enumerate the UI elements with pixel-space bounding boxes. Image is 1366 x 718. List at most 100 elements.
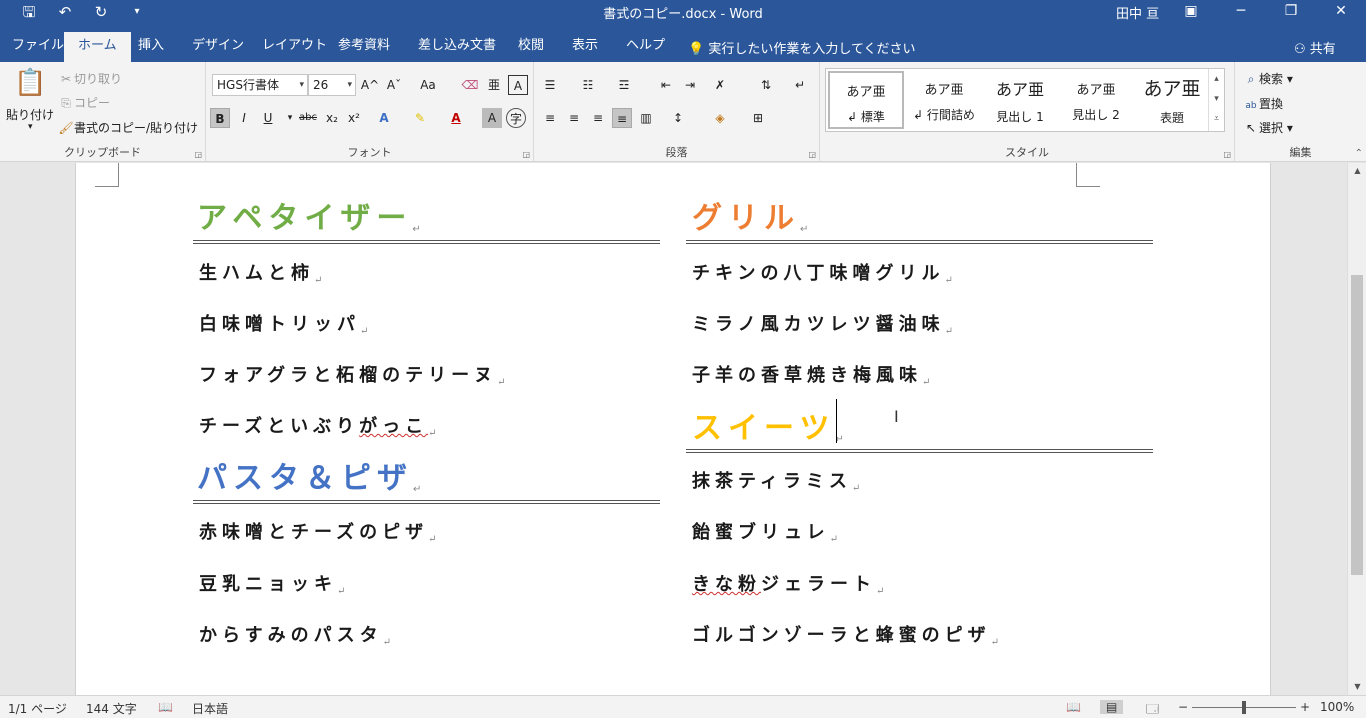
clear-formatting-icon[interactable]: ⌫ <box>460 75 480 95</box>
minimize-icon[interactable]: ─ <box>1216 0 1266 24</box>
ribbon-display-icon[interactable]: ▣ <box>1166 0 1216 24</box>
zoom-out-icon[interactable]: − <box>1178 700 1188 714</box>
tab-mailings[interactable]: 差し込み文書 <box>412 34 502 62</box>
character-shading-icon[interactable]: A <box>482 108 502 128</box>
restore-icon[interactable]: ❐ <box>1266 0 1316 24</box>
style-no-spacing[interactable]: あア亜 ↲ 行間詰め <box>906 71 982 129</box>
sort-icon[interactable]: ⇅ <box>756 75 776 95</box>
font-launcher-icon[interactable]: ◲ <box>522 150 530 159</box>
subscript-button[interactable]: x₂ <box>322 108 342 128</box>
styles-launcher-icon[interactable]: ◲ <box>1223 150 1231 159</box>
menu-item[interactable]: 子羊の香草焼き梅風味↵ <box>692 361 930 388</box>
asian-layout-icon[interactable]: ✗ <box>710 75 730 95</box>
tab-layout[interactable]: レイアウト <box>256 34 333 62</box>
multilevel-list-icon[interactable]: ☲ <box>614 75 634 95</box>
print-layout-icon[interactable]: ▤ <box>1100 700 1124 714</box>
superscript-button[interactable]: x² <box>344 108 364 128</box>
menu-item[interactable]: フォアグラと柘榴のテリーヌ↵ <box>199 361 506 388</box>
proofing-icon[interactable]: 📖 <box>158 700 173 714</box>
menu-item[interactable]: チーズといぶりがっこ↵ <box>199 412 437 439</box>
menu-item[interactable]: 白味噌トリッパ↵ <box>199 310 368 337</box>
change-case-button[interactable]: Aa <box>414 75 442 95</box>
align-right-icon[interactable]: ≡ <box>588 108 608 128</box>
tab-help[interactable]: ヘルプ <box>620 34 671 62</box>
paragraph-launcher-icon[interactable]: ◲ <box>808 150 816 159</box>
align-center-icon[interactable]: ≡ <box>564 108 584 128</box>
collapse-ribbon-icon[interactable]: ⌃ <box>1355 148 1363 159</box>
decrease-indent-icon[interactable]: ⇤ <box>656 75 676 95</box>
text-effects-icon[interactable]: A <box>374 108 394 128</box>
justify-icon[interactable]: ≡ <box>612 108 632 128</box>
distributed-icon[interactable]: ▥ <box>636 108 656 128</box>
style-normal[interactable]: あア亜 ↲ 標準 <box>828 71 904 129</box>
italic-button[interactable]: I <box>234 108 254 128</box>
menu-item[interactable]: 生ハムと柿↵ <box>199 259 322 286</box>
read-mode-icon[interactable]: 📖 <box>1066 700 1081 714</box>
gallery-down-icon[interactable]: ▾ <box>1209 89 1224 109</box>
show-marks-icon[interactable]: ↵ <box>790 75 810 95</box>
word-count[interactable]: 144 文字 <box>86 700 137 717</box>
font-name-combo[interactable]: HGS行書体 ▾ <box>212 74 308 96</box>
font-size-combo[interactable]: 26 ▾ <box>308 74 356 96</box>
tab-file[interactable]: ファイル <box>6 34 70 62</box>
font-color-icon[interactable]: A <box>446 108 466 128</box>
bold-button[interactable]: B <box>210 108 230 128</box>
paste-icon[interactable]: 📋 <box>14 68 46 98</box>
web-layout-icon[interactable]: 🗔 <box>1146 700 1159 718</box>
strikethrough-button[interactable]: abc <box>296 108 320 128</box>
section-heading[interactable]: グリル↵ <box>692 193 808 237</box>
zoom-slider-thumb[interactable] <box>1242 701 1246 714</box>
zoom-in-icon[interactable]: + <box>1300 700 1310 714</box>
paste-button[interactable]: 貼り付け <box>6 106 54 123</box>
menu-item[interactable]: 豆乳ニョッキ↵ <box>199 570 345 597</box>
tab-insert[interactable]: 挿入 <box>132 34 170 62</box>
increase-indent-icon[interactable]: ⇥ <box>680 75 700 95</box>
select-button[interactable]: ↖ 選択 ▾ <box>1243 119 1293 136</box>
borders-icon[interactable]: ⊞ <box>748 108 768 128</box>
menu-item[interactable]: 赤味噌とチーズのピザ↵ <box>199 518 437 545</box>
replace-button[interactable]: ab 置換 <box>1243 95 1283 112</box>
enclosed-character-icon[interactable]: A <box>508 75 528 95</box>
menu-item[interactable]: ゴルゴンゾーラと蜂蜜のピザ↵ <box>692 621 999 648</box>
shrink-font-button[interactable]: Aˇ <box>384 75 404 95</box>
vertical-scrollbar[interactable]: ▲ ▼ <box>1347 163 1366 695</box>
menu-item[interactable]: 飴蜜ブリュレ↵ <box>692 518 838 545</box>
numbering-icon[interactable]: ☷ <box>578 75 598 95</box>
section-heading[interactable]: スイーツ↵ <box>692 403 844 447</box>
align-left-icon[interactable]: ≡ <box>540 108 560 128</box>
scroll-down-icon[interactable]: ▼ <box>1348 679 1366 695</box>
menu-item[interactable]: きな粉ジェラート↵ <box>692 570 884 597</box>
menu-item[interactable]: チキンの八丁味噌グリル↵ <box>692 259 953 286</box>
page-count[interactable]: 1/1 ページ <box>8 700 67 717</box>
style-heading-1[interactable]: あア亜 見出し 1 <box>982 71 1058 129</box>
underline-button[interactable]: U <box>258 108 278 128</box>
style-heading-2[interactable]: あア亜 見出し 2 <box>1058 71 1134 129</box>
zoom-level[interactable]: 100% <box>1320 700 1354 714</box>
scroll-thumb[interactable] <box>1351 275 1363 575</box>
user-name[interactable]: 田中 亘 <box>1116 3 1159 22</box>
shading-icon[interactable]: ◈ <box>710 108 730 128</box>
tab-home[interactable]: ホーム <box>64 32 131 62</box>
copy-button[interactable]: ⎘ コピー <box>58 94 110 111</box>
tab-review[interactable]: 校閲 <box>512 34 550 62</box>
grow-font-button[interactable]: A^ <box>360 75 380 95</box>
tell-me-box[interactable]: 💡 実行したい作業を入力してください <box>688 38 916 57</box>
paste-dropdown-icon[interactable]: ▾ <box>28 122 33 132</box>
menu-item[interactable]: からすみのパスタ↵ <box>199 621 391 648</box>
enclose-characters-icon[interactable]: 字 <box>506 108 526 128</box>
menu-item[interactable]: 抹茶ティラミス↵ <box>692 467 860 494</box>
section-heading[interactable]: アペタイザー↵ <box>197 193 421 237</box>
section-heading[interactable]: パスタ＆ピザ↵ <box>197 453 421 497</box>
tab-design[interactable]: デザイン <box>186 34 250 62</box>
scroll-up-icon[interactable]: ▲ <box>1348 163 1366 179</box>
bullets-icon[interactable]: ☰ <box>540 75 560 95</box>
share-button[interactable]: ⚇ 共有 <box>1294 38 1336 57</box>
cut-button[interactable]: ✂ 切り取り <box>58 70 122 87</box>
tab-references[interactable]: 参考資料 <box>332 34 396 62</box>
tab-view[interactable]: 表示 <box>566 34 604 62</box>
menu-item[interactable]: ミラノ風カツレツ醤油味↵ <box>692 310 953 337</box>
line-spacing-icon[interactable]: ↕ <box>668 108 688 128</box>
find-button[interactable]: ⌕ 検索 ▾ <box>1243 70 1293 87</box>
highlight-icon[interactable]: ✎ <box>410 108 430 128</box>
format-painter-button[interactable]: 🖌書式のコピー/貼り付け <box>58 119 198 136</box>
